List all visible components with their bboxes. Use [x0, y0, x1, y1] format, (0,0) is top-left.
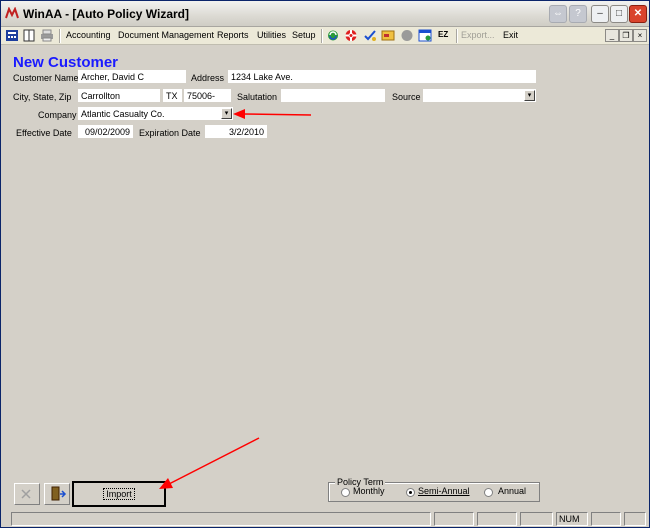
- status-panel: [477, 512, 517, 526]
- source-dropdown[interactable]: [423, 89, 536, 102]
- lifebuoy-icon[interactable]: [344, 29, 358, 42]
- effective-date-label: Effective Date: [16, 128, 72, 138]
- customer-name-label: Customer Name: [13, 73, 79, 83]
- source-dropdown-arrow-icon[interactable]: ▾: [524, 90, 535, 101]
- menu-bar: Accounting Document Management Reports U…: [1, 27, 649, 45]
- status-panel: [520, 512, 553, 526]
- mdi-close-button[interactable]: ×: [633, 29, 647, 42]
- company-dropdown[interactable]: Atlantic Casualty Co.: [78, 107, 233, 120]
- import-button-label: Import: [103, 488, 135, 500]
- menu-export[interactable]: Export...: [461, 30, 495, 40]
- menu-accounting[interactable]: Accounting: [66, 30, 111, 40]
- expiration-date-label: Expiration Date: [139, 128, 201, 138]
- state-field[interactable]: TX: [163, 89, 182, 102]
- status-bar: NUM: [1, 511, 649, 527]
- help-icon[interactable]: ?: [569, 5, 587, 23]
- effective-date-field[interactable]: 09/02/2009: [78, 125, 133, 138]
- status-panel: [591, 512, 621, 526]
- address-field[interactable]: 1234 Lake Ave.: [228, 70, 536, 83]
- company-dropdown-arrow-icon[interactable]: ▾: [221, 108, 232, 119]
- title-bar: WinAA - [Auto Policy Wizard] ⇔ ? – □ ✕: [1, 1, 649, 27]
- calendar-icon[interactable]: [418, 29, 432, 42]
- toolbar-separator: [321, 29, 323, 43]
- company-label: Company: [38, 110, 77, 120]
- close-button[interactable]: ✕: [629, 5, 647, 23]
- wizard-footer: Import Policy Term Monthly Semi-Annual A…: [8, 477, 643, 511]
- page-title: New Customer: [13, 54, 119, 71]
- mdi-restore-button[interactable]: ❐: [619, 29, 633, 42]
- book-icon[interactable]: [22, 29, 36, 42]
- radio-annual-label[interactable]: Annual: [498, 486, 526, 496]
- salutation-field[interactable]: [281, 89, 385, 102]
- minimize-button[interactable]: –: [591, 5, 609, 23]
- maximize-button[interactable]: □: [610, 5, 628, 23]
- toolbar-separator: [456, 29, 458, 43]
- exit-door-button[interactable]: [44, 483, 70, 505]
- status-panel: [434, 512, 474, 526]
- menu-reports[interactable]: Reports: [217, 30, 249, 40]
- salutation-label: Salutation: [237, 92, 278, 102]
- city-state-zip-label: City, State, Zip: [13, 92, 72, 102]
- zip-field[interactable]: 75006-: [184, 89, 231, 102]
- card-icon[interactable]: [381, 29, 395, 42]
- radio-monthly-label[interactable]: Monthly: [353, 486, 385, 496]
- wizard-content: New Customer Customer Name Archer, David…: [8, 49, 643, 474]
- ez-icon[interactable]: EZ: [438, 30, 448, 39]
- cancel-wizard-button[interactable]: [14, 483, 40, 505]
- radio-monthly[interactable]: [341, 488, 350, 497]
- status-panel: [624, 512, 646, 526]
- menu-utilities[interactable]: Utilities: [257, 30, 286, 40]
- mdi-minimize-button[interactable]: _: [605, 29, 619, 42]
- cross-arrow-icon: [21, 489, 31, 499]
- door-exit-icon: [51, 486, 67, 501]
- source-label: Source: [392, 92, 421, 102]
- menu-setup[interactable]: Setup: [292, 30, 316, 40]
- restore-down-icon[interactable]: ⇔: [549, 5, 567, 23]
- refresh-icon[interactable]: [326, 29, 340, 42]
- calculator-icon[interactable]: [5, 29, 19, 42]
- menu-document-management[interactable]: Document Management: [118, 30, 214, 40]
- city-field[interactable]: Carrollton: [78, 89, 160, 102]
- menu-exit[interactable]: Exit: [503, 30, 518, 40]
- radio-semi-annual[interactable]: [406, 488, 415, 497]
- policy-term-group: Policy Term Monthly Semi-Annual Annual: [328, 477, 540, 502]
- import-button[interactable]: Import: [72, 481, 166, 507]
- app-window: WinAA - [Auto Policy Wizard] ⇔ ? – □ ✕ A…: [0, 0, 650, 528]
- num-lock-indicator: NUM: [556, 512, 588, 526]
- window-title: WinAA - [Auto Policy Wizard]: [23, 7, 189, 21]
- radio-semi-annual-label[interactable]: Semi-Annual: [418, 486, 470, 496]
- status-panel-main: [11, 512, 431, 526]
- customer-name-field[interactable]: Archer, David C: [78, 70, 186, 83]
- printer-icon[interactable]: [40, 29, 54, 42]
- address-label: Address: [191, 73, 225, 83]
- checkmark-tools-icon[interactable]: [363, 29, 377, 42]
- winaa-logo-icon: [5, 7, 19, 19]
- gray-circle-icon[interactable]: [400, 29, 414, 42]
- expiration-date-field[interactable]: 3/2/2010: [205, 125, 267, 138]
- toolbar-separator: [59, 29, 61, 43]
- radio-annual[interactable]: [484, 488, 493, 497]
